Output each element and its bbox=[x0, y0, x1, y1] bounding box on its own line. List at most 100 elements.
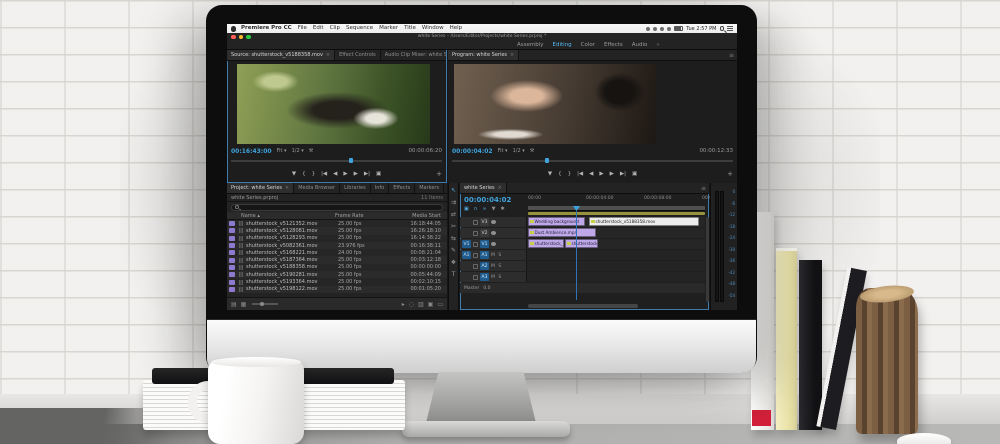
mark-out-button[interactable]: } bbox=[568, 171, 572, 177]
program-video-preview[interactable] bbox=[454, 64, 656, 144]
track-header-a1[interactable]: A1 A1 M S bbox=[460, 250, 527, 260]
panel-menu-icon[interactable]: ≡ bbox=[726, 52, 737, 59]
icon-view-button[interactable]: ▦ bbox=[241, 301, 247, 308]
track-target-a2[interactable]: A2 bbox=[480, 262, 489, 270]
track-lock-icon[interactable] bbox=[473, 274, 478, 280]
add-marker-button[interactable]: ▼ bbox=[292, 171, 296, 177]
tab-media-browser[interactable]: Media Browser bbox=[294, 183, 341, 193]
step-forward-button[interactable]: ▶ bbox=[610, 171, 614, 177]
program-fit-dropdown[interactable]: Fit ▾ bbox=[498, 148, 508, 154]
apple-menu-icon[interactable] bbox=[231, 25, 236, 32]
program-playhead[interactable] bbox=[544, 158, 549, 163]
source-patch-a2[interactable] bbox=[462, 262, 471, 270]
delete-button[interactable]: ▭ bbox=[437, 301, 443, 308]
mute-solo-buttons[interactable]: M S bbox=[491, 275, 502, 280]
project-media-row[interactable]: shutterstock_v5193364.mov 25.00 fps 00:02:… bbox=[227, 278, 447, 286]
list-view-button[interactable]: ▤ bbox=[231, 301, 237, 308]
workspace-tab-audio[interactable]: Audio bbox=[632, 41, 648, 50]
play-button[interactable]: ▶ bbox=[343, 171, 347, 177]
status-icon[interactable] bbox=[653, 26, 658, 31]
go-to-in-button[interactable]: |◀ bbox=[577, 171, 583, 177]
selection-tool[interactable]: ↖ bbox=[451, 187, 456, 194]
wifi-icon[interactable] bbox=[667, 26, 672, 31]
workspace-tab-effects[interactable]: Effects bbox=[604, 41, 623, 50]
track-clips-area-v3[interactable]: Wedding background shutterstock_v5188358.… bbox=[528, 217, 701, 227]
notification-center-icon[interactable] bbox=[727, 26, 733, 31]
workspace-overflow-icon[interactable]: » bbox=[656, 42, 659, 48]
source-patch-v2[interactable] bbox=[462, 229, 471, 237]
window-titlebar[interactable]: white Series – /Users/Editor/Projects/wh… bbox=[227, 33, 737, 41]
source-patch-a3[interactable] bbox=[462, 273, 471, 281]
nest-toggle[interactable]: ▣ bbox=[464, 206, 469, 212]
pen-tool[interactable]: ✎ bbox=[451, 247, 456, 254]
new-bin-button[interactable]: ▥ bbox=[418, 301, 424, 308]
project-media-row[interactable]: shutterstock_v5187364.mov 25.00 fps 00:03:… bbox=[227, 256, 447, 264]
menu-title[interactable]: Title bbox=[404, 24, 416, 33]
source-patch-a1[interactable]: A1 bbox=[462, 251, 471, 259]
mark-out-button[interactable]: } bbox=[312, 171, 316, 177]
tab-libraries[interactable]: Libraries bbox=[340, 183, 371, 193]
tab-timeline-sequence[interactable]: white Series × bbox=[460, 183, 507, 193]
export-frame-button[interactable]: ▣ bbox=[632, 171, 637, 177]
project-media-row[interactable]: shutterstock_v5188358.mov 25.00 fps 00:00:… bbox=[227, 263, 447, 272]
step-forward-button[interactable]: ▶ bbox=[354, 171, 358, 177]
master-track-row[interactable]: Master 0.0 bbox=[460, 283, 705, 293]
track-clips-area-v2[interactable]: Dust Ambience.mp4 bbox=[528, 228, 701, 238]
source-scrubber[interactable] bbox=[231, 158, 442, 163]
menu-file[interactable]: File bbox=[298, 24, 307, 33]
add-button-editor-icon[interactable]: + bbox=[436, 170, 442, 178]
panel-menu-icon[interactable]: ≡ bbox=[698, 185, 709, 192]
menu-edit[interactable]: Edit bbox=[313, 24, 324, 33]
close-tab-icon[interactable]: × bbox=[498, 185, 502, 191]
add-marker-button[interactable]: ▼ bbox=[548, 171, 552, 177]
mark-in-button[interactable]: { bbox=[558, 171, 562, 177]
source-timecode[interactable]: 00:16:43:00 bbox=[231, 148, 272, 155]
project-media-row[interactable]: shutterstock_v5190281.mov 25.00 fps 00:05:… bbox=[227, 271, 447, 279]
close-tab-icon[interactable]: × bbox=[510, 52, 514, 58]
tab-program-monitor[interactable]: Program: white Series × bbox=[448, 50, 520, 60]
work-area-bar[interactable] bbox=[528, 212, 705, 215]
program-resolution-dropdown[interactable]: 1/2 ▾ bbox=[513, 148, 525, 154]
go-to-in-button[interactable]: |◀ bbox=[321, 171, 327, 177]
menu-clip[interactable]: Clip bbox=[330, 24, 340, 33]
timeline-vertical-scrollbar[interactable] bbox=[706, 217, 709, 302]
zoom-window-button[interactable] bbox=[246, 34, 251, 40]
timeline-ruler[interactable]: 00:0000:00:04:0000:00:08:0000:00:12:00 bbox=[528, 195, 729, 211]
track-header-v3[interactable]: V3 bbox=[460, 217, 527, 227]
play-button[interactable]: ▶ bbox=[599, 171, 603, 177]
track-clips-area-a3[interactable] bbox=[528, 272, 701, 282]
go-to-out-button[interactable]: ▶| bbox=[364, 171, 370, 177]
column-header-name[interactable]: Name ▴ bbox=[227, 213, 335, 219]
export-frame-button[interactable]: ▣ bbox=[376, 171, 381, 177]
track-clips-area-v1[interactable]: shutterstock_01.movshutterstock bbox=[528, 239, 701, 249]
status-icon[interactable] bbox=[646, 26, 651, 31]
source-patch-v3[interactable] bbox=[462, 218, 471, 226]
linked-selection-toggle[interactable]: ∞ bbox=[482, 206, 486, 212]
thumbnail-zoom-slider[interactable] bbox=[252, 302, 279, 306]
hand-tool[interactable]: ❖ bbox=[451, 259, 456, 266]
track-lock-icon[interactable] bbox=[473, 263, 478, 269]
column-header-media-start[interactable]: Media Start bbox=[387, 213, 447, 219]
add-button-editor-icon[interactable]: + bbox=[727, 170, 733, 178]
add-marker-button[interactable]: ▼ bbox=[492, 206, 496, 212]
timeline-timecode[interactable]: 00:00:04:02 bbox=[464, 196, 511, 204]
timeline-clip[interactable]: shutterstock_v5188358.mov bbox=[589, 217, 699, 226]
tab-effects[interactable]: Effects bbox=[389, 183, 416, 193]
project-breadcrumb[interactable]: white Series.prproj bbox=[231, 195, 278, 201]
source-video-preview[interactable] bbox=[237, 64, 430, 144]
source-fit-dropdown[interactable]: Fit ▾ bbox=[277, 148, 287, 154]
slip-tool[interactable]: ⇆ bbox=[451, 235, 456, 242]
timeline-clip[interactable]: shutterstock_01.mov bbox=[528, 239, 564, 248]
menu-sequence[interactable]: Sequence bbox=[346, 24, 373, 33]
track-lock-icon[interactable] bbox=[473, 252, 478, 258]
workspace-tab-color[interactable]: Color bbox=[581, 41, 595, 50]
track-target-v3[interactable]: V3 bbox=[480, 218, 489, 226]
new-item-button[interactable]: ▣ bbox=[428, 301, 434, 308]
step-back-button[interactable]: ◀ bbox=[589, 171, 593, 177]
close-tab-icon[interactable]: × bbox=[285, 185, 289, 191]
toggle-track-output-icon[interactable] bbox=[491, 220, 496, 224]
razor-tool[interactable]: ✂ bbox=[451, 223, 456, 230]
tab-info[interactable]: Info bbox=[371, 183, 390, 193]
menu-help[interactable]: Help bbox=[450, 24, 463, 33]
tab-markers[interactable]: Markers bbox=[415, 183, 445, 193]
